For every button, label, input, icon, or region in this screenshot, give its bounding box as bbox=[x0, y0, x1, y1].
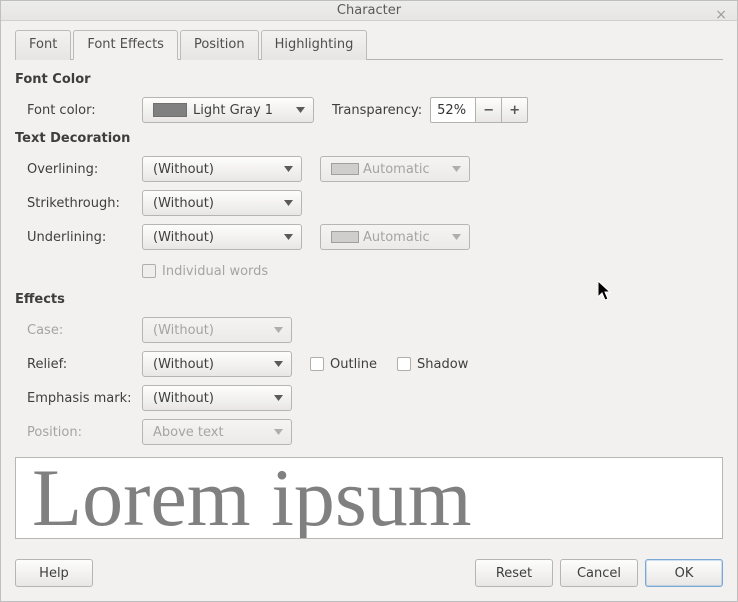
color-swatch-icon bbox=[331, 231, 359, 243]
font-color-combo[interactable]: Light Gray 1 bbox=[142, 97, 314, 123]
chevron-down-icon bbox=[296, 107, 305, 113]
ok-button[interactable]: OK bbox=[645, 559, 723, 587]
chevron-down-icon bbox=[284, 166, 293, 172]
overlining-combo[interactable]: (Without) bbox=[142, 156, 302, 182]
strikethrough-value: (Without) bbox=[153, 196, 214, 211]
transparency-label: Transparency: bbox=[332, 103, 422, 118]
emphasis-value: (Without) bbox=[153, 391, 214, 406]
outline-label: Outline bbox=[330, 357, 377, 372]
window-title: Character bbox=[337, 3, 401, 18]
titlebar: Character × bbox=[1, 1, 737, 21]
relief-label: Relief: bbox=[27, 357, 142, 372]
tab-bar: Font Font Effects Position Highlighting bbox=[15, 29, 723, 60]
section-text-decoration-title: Text Decoration bbox=[15, 131, 723, 146]
overlining-color-value: Automatic bbox=[363, 162, 430, 177]
tab-label: Highlighting bbox=[275, 37, 354, 52]
case-value: (Without) bbox=[153, 323, 214, 338]
section-text-decoration: Overlining: (Without) Automatic Striketh… bbox=[27, 152, 723, 288]
tab-position[interactable]: Position bbox=[180, 30, 259, 60]
preview-area: Lorem ipsum bbox=[15, 457, 723, 539]
checkbox-icon bbox=[397, 357, 411, 371]
chevron-down-icon bbox=[452, 234, 461, 240]
individual-words-label: Individual words bbox=[162, 264, 268, 279]
shadow-checkbox[interactable]: Shadow bbox=[397, 357, 468, 372]
section-effects-title: Effects bbox=[15, 292, 723, 307]
font-color-label: Font color: bbox=[27, 103, 142, 118]
transparency-decrement-button[interactable]: − bbox=[476, 97, 502, 123]
section-effects: Case: (Without) Relief: (Without) Outlin… bbox=[27, 313, 723, 449]
overlining-color-combo: Automatic bbox=[320, 156, 470, 182]
section-font-color-title: Font Color bbox=[15, 72, 723, 87]
case-combo: (Without) bbox=[142, 317, 292, 343]
relief-value: (Without) bbox=[153, 357, 214, 372]
transparency-increment-button[interactable]: + bbox=[502, 97, 528, 123]
close-icon[interactable]: × bbox=[715, 7, 727, 23]
case-label: Case: bbox=[27, 323, 142, 338]
section-font-color: Font color: Light Gray 1 Transparency: 5… bbox=[27, 93, 723, 127]
tab-label: Font Effects bbox=[87, 37, 164, 52]
position-label: Position: bbox=[27, 425, 142, 440]
tab-font-effects[interactable]: Font Effects bbox=[73, 30, 178, 60]
chevron-down-icon bbox=[274, 361, 283, 367]
transparency-value[interactable]: 52% bbox=[430, 97, 476, 123]
chevron-down-icon bbox=[274, 395, 283, 401]
checkbox-icon bbox=[142, 264, 156, 278]
individual-words-checkbox: Individual words bbox=[142, 264, 268, 279]
tab-font[interactable]: Font bbox=[15, 30, 71, 60]
chevron-down-icon bbox=[274, 429, 283, 435]
strikethrough-combo[interactable]: (Without) bbox=[142, 190, 302, 216]
relief-combo[interactable]: (Without) bbox=[142, 351, 292, 377]
position-combo: Above text bbox=[142, 419, 292, 445]
dialog-buttons: Help Reset Cancel OK bbox=[1, 549, 737, 601]
outline-checkbox[interactable]: Outline bbox=[310, 357, 377, 372]
underlining-color-value: Automatic bbox=[363, 230, 430, 245]
dialog-body: Font Font Effects Position Highlighting … bbox=[1, 21, 737, 549]
chevron-down-icon bbox=[274, 327, 283, 333]
chevron-down-icon bbox=[284, 234, 293, 240]
character-dialog: Character × Font Font Effects Position H… bbox=[0, 0, 738, 602]
emphasis-mark-combo[interactable]: (Without) bbox=[142, 385, 292, 411]
reset-button[interactable]: Reset bbox=[475, 559, 553, 587]
tab-label: Position bbox=[194, 37, 245, 52]
tab-highlighting[interactable]: Highlighting bbox=[261, 30, 368, 60]
underlining-combo[interactable]: (Without) bbox=[142, 224, 302, 250]
checkbox-icon bbox=[310, 357, 324, 371]
tab-label: Font bbox=[29, 37, 57, 52]
position-value: Above text bbox=[153, 425, 224, 440]
shadow-label: Shadow bbox=[417, 357, 468, 372]
strikethrough-label: Strikethrough: bbox=[27, 196, 142, 211]
overlining-label: Overlining: bbox=[27, 162, 142, 177]
underlining-value: (Without) bbox=[153, 230, 214, 245]
underlining-label: Underlining: bbox=[27, 230, 142, 245]
cancel-button[interactable]: Cancel bbox=[560, 559, 638, 587]
chevron-down-icon bbox=[284, 200, 293, 206]
help-button[interactable]: Help bbox=[15, 559, 93, 587]
emphasis-mark-label: Emphasis mark: bbox=[27, 391, 142, 406]
chevron-down-icon bbox=[452, 166, 461, 172]
underlining-color-combo: Automatic bbox=[320, 224, 470, 250]
color-swatch-icon bbox=[331, 163, 359, 175]
font-color-value: Light Gray 1 bbox=[193, 103, 273, 118]
overlining-value: (Without) bbox=[153, 162, 214, 177]
transparency-spinner[interactable]: 52% − + bbox=[430, 97, 528, 123]
color-swatch-icon bbox=[153, 103, 187, 117]
preview-text: Lorem ipsum bbox=[32, 457, 472, 539]
